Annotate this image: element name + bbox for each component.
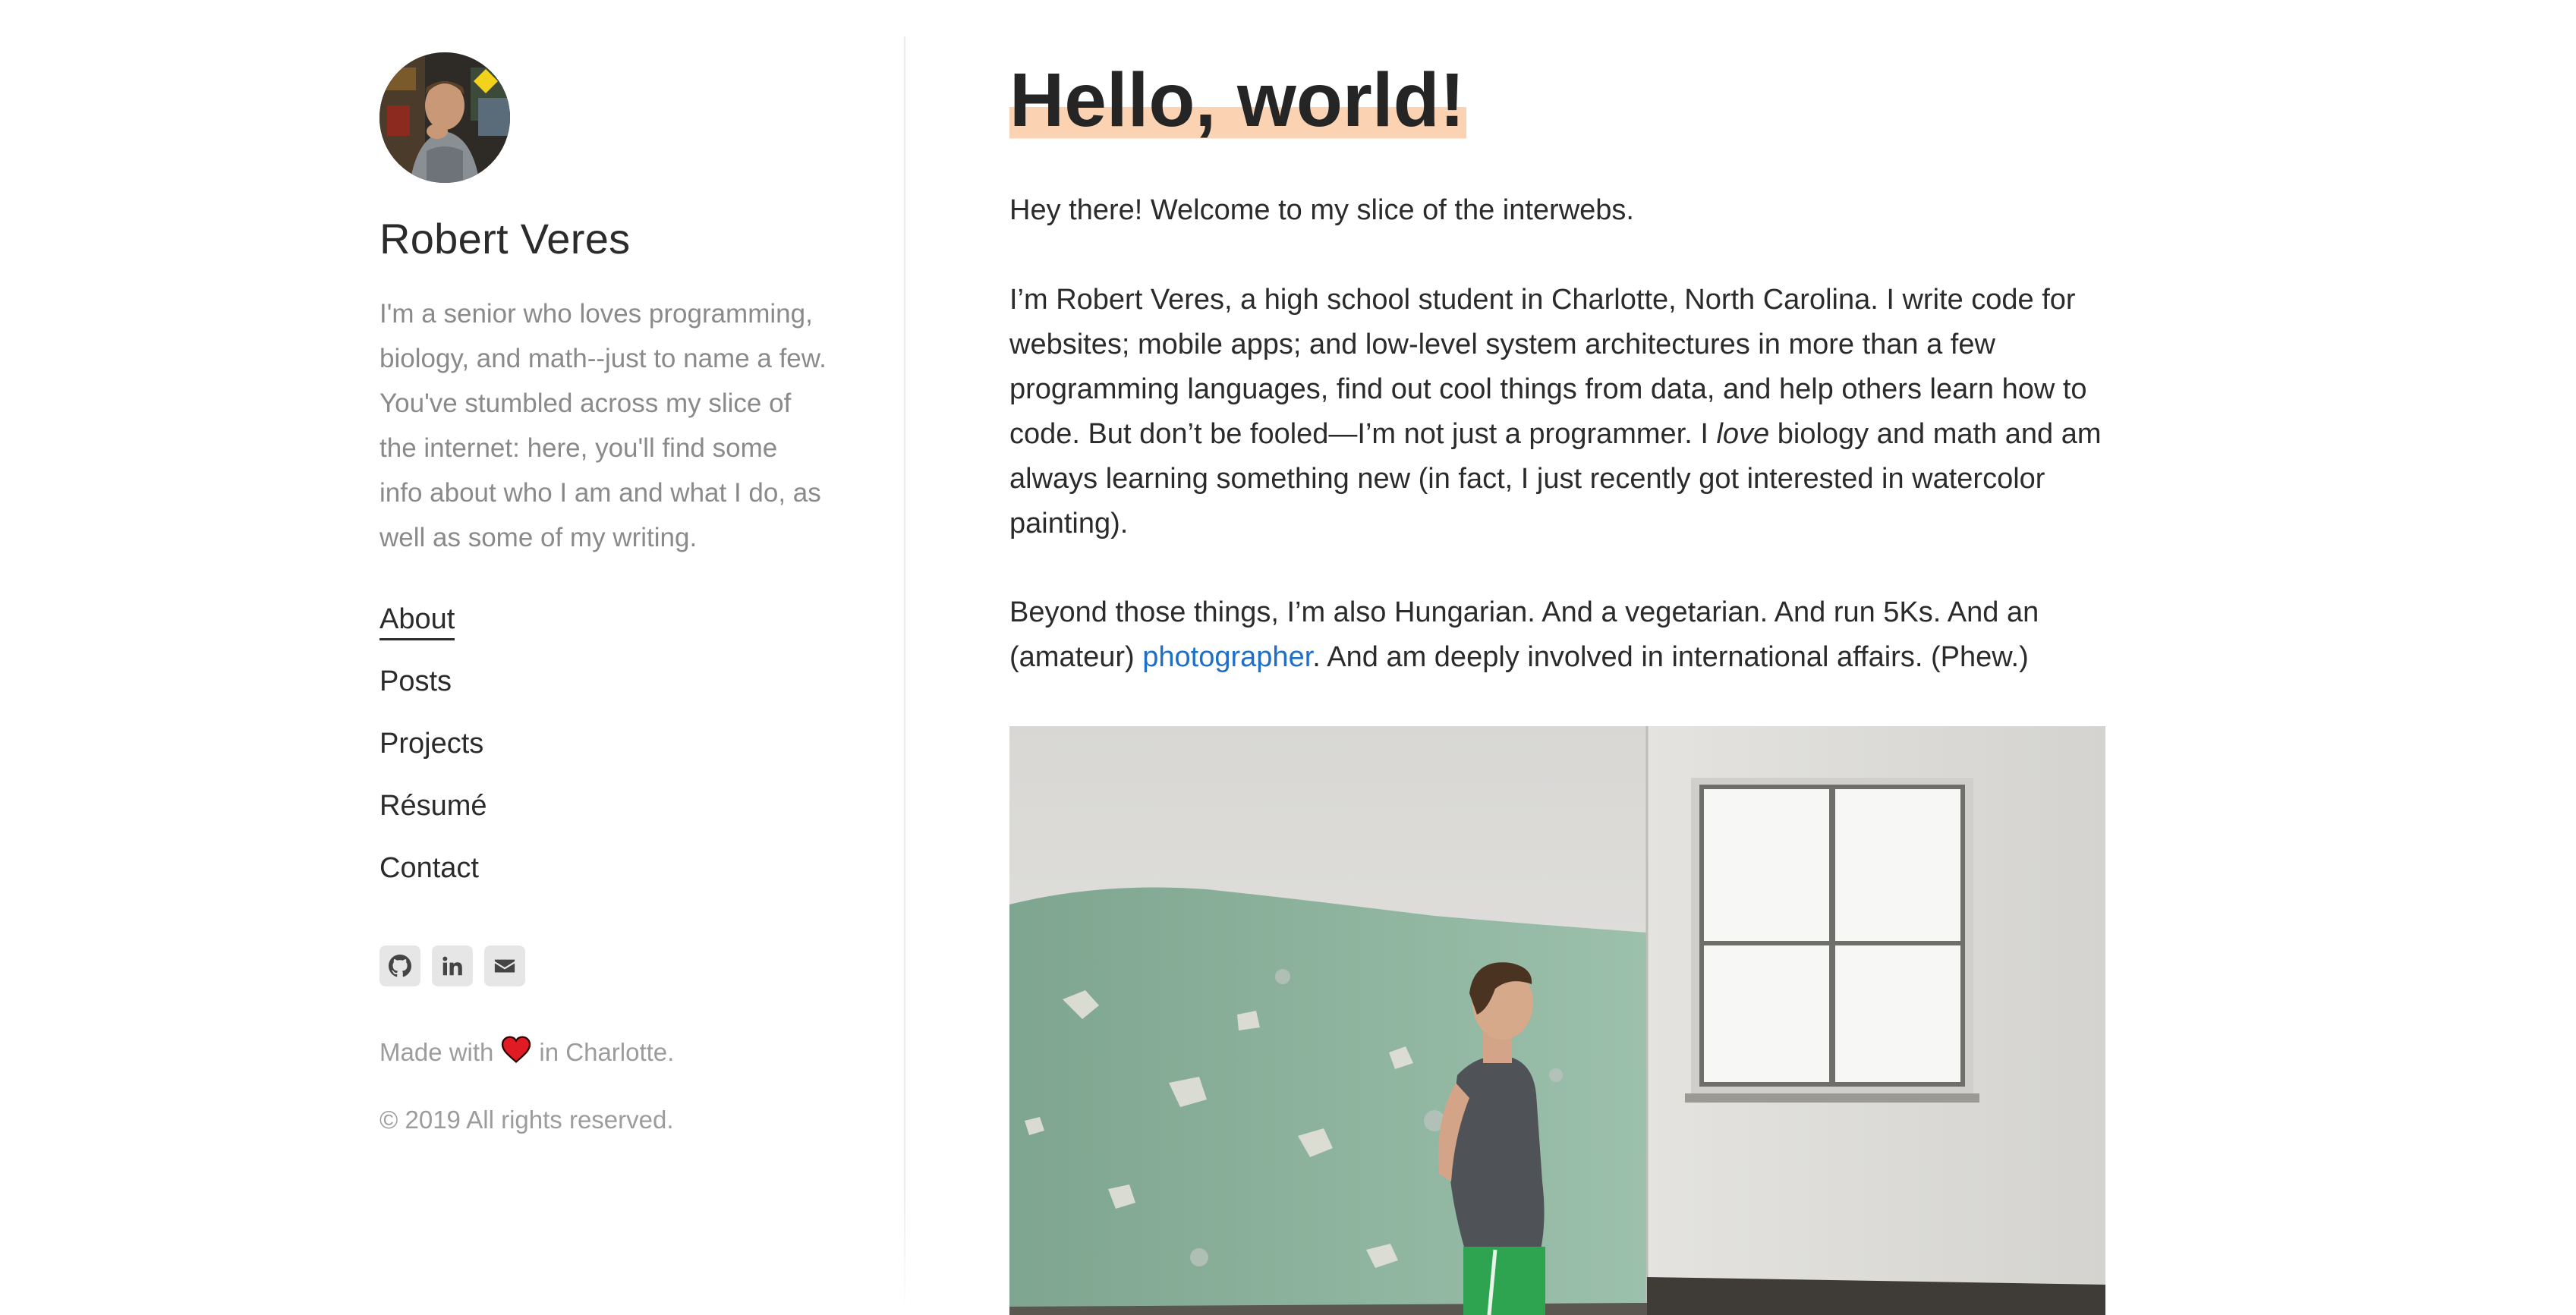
nav-item-contact[interactable]: Contact xyxy=(379,852,487,914)
avatar xyxy=(379,52,510,183)
about-paragraph: I’m Robert Veres, a high school student … xyxy=(1009,278,2102,546)
linkedin-icon xyxy=(442,956,462,976)
emphasis-love: love xyxy=(1716,418,1770,450)
linkedin-button[interactable] xyxy=(432,945,473,986)
github-icon xyxy=(389,955,411,977)
interests-paragraph: Beyond those things, I’m also Hungarian.… xyxy=(1009,590,2102,680)
nav-item-label: Contact xyxy=(379,852,479,884)
social-links xyxy=(379,945,525,986)
intro-paragraph: Hey there! Welcome to my slice of the in… xyxy=(1009,194,1634,226)
nav-item-label: Projects xyxy=(379,728,484,760)
author-bio: I'm a senior who loves programming, biol… xyxy=(379,299,827,552)
nav-item-about[interactable]: About xyxy=(379,603,487,665)
nav-item-resume[interactable]: Résumé xyxy=(379,790,487,852)
nav-item-label: Posts xyxy=(379,665,452,697)
avatar-photo xyxy=(379,52,510,183)
main-nav: About Posts Projects Résumé Contact xyxy=(379,603,487,914)
page: Robert Veres I'm a senior who loves prog… xyxy=(0,0,2576,1315)
interests-text-end: . And am deeply involved in internationa… xyxy=(1312,641,2029,673)
copyright: © 2019 All rights reserved. xyxy=(379,1106,674,1134)
nav-item-projects[interactable]: Projects xyxy=(379,728,487,790)
nav-item-posts[interactable]: Posts xyxy=(379,665,487,728)
nav-item-label: Résumé xyxy=(379,790,487,822)
nav-item-label: About xyxy=(379,603,455,640)
page-title: Hello, world! xyxy=(1009,55,1466,146)
photographer-link[interactable]: photographer xyxy=(1142,641,1312,673)
email-button[interactable] xyxy=(484,945,525,986)
heart-icon xyxy=(501,1036,531,1069)
room-photo xyxy=(1009,726,2105,1315)
author-name: Robert Veres xyxy=(379,215,631,263)
made-with-prefix: Made with xyxy=(379,1038,494,1066)
made-with-note: Made with in Charlotte. xyxy=(379,1036,674,1069)
page-title-text: Hello, world! xyxy=(1009,58,1466,143)
envelope-icon xyxy=(494,959,515,973)
github-button[interactable] xyxy=(379,945,420,986)
made-with-suffix: in Charlotte. xyxy=(539,1038,675,1066)
hero-photo xyxy=(1009,726,2105,1315)
sidebar-divider xyxy=(904,36,905,1315)
sidebar: Robert Veres I'm a senior who loves prog… xyxy=(379,0,827,1315)
